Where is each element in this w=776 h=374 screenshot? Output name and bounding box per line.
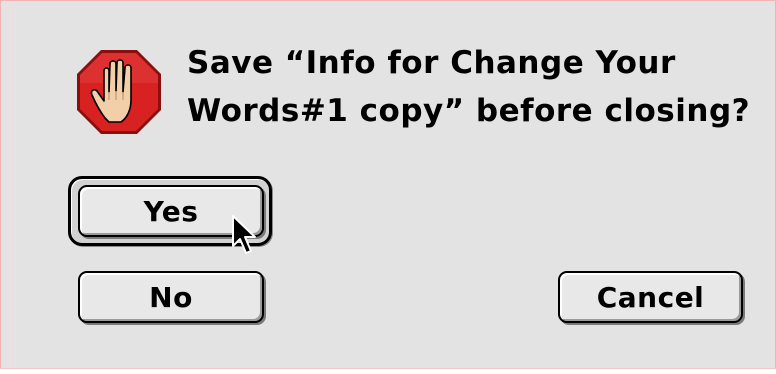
- cancel-button[interactable]: Cancel: [558, 271, 743, 323]
- save-changes-dialog: Save “Info for Change Your Words#1 copy”…: [0, 0, 776, 374]
- dialog-inner-edge: [10, 1, 11, 374]
- arrow-pointer-icon: [232, 215, 256, 254]
- dialog-message-line-1: Save “Info for Change Your: [187, 45, 676, 81]
- dialog-message-line-2: Words#1 copy” before closing?: [187, 93, 751, 129]
- window-bottom-edge: [0, 368, 776, 374]
- stop-hand-icon: [77, 50, 161, 134]
- no-button[interactable]: No: [78, 271, 264, 323]
- dialog-message: Save “Info for Change Your Words#1 copy”…: [187, 39, 751, 135]
